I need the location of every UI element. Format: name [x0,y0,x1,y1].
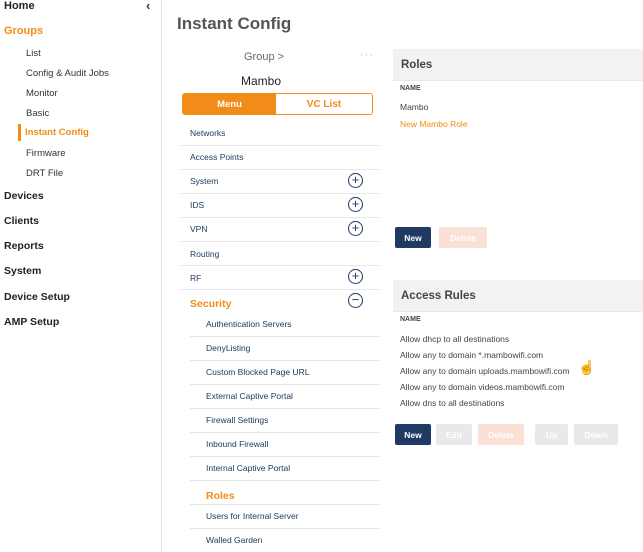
nav-subsection-roles[interactable]: Roles [206,490,235,502]
access-rules-panel: Access Rules NAME Allow dhcp to all dest… [393,280,643,460]
divider [180,193,380,194]
divider [190,432,380,433]
access-rule-row[interactable]: Allow dhcp to all destinations [400,334,509,344]
nav-subitem-users-internal-server[interactable]: Users for Internal Server [206,511,299,521]
group-name: Mambo [241,74,282,88]
nav-item-vpn[interactable]: VPN [190,224,207,234]
sidebar-item-system[interactable]: System [4,265,41,277]
divider [180,289,380,290]
nav-item-rf[interactable]: RF [190,273,201,283]
sidebar-item-reports[interactable]: Reports [4,240,44,252]
roles-name-column-header[interactable]: NAME [400,85,421,92]
roles-panel-title: Roles [393,49,643,81]
expand-plus-icon[interactable]: + [348,173,363,188]
sidebar-item-amp-setup[interactable]: AMP Setup [4,316,59,328]
role-row[interactable]: Mambo [400,102,428,112]
access-rule-row[interactable]: Allow any to domain uploads.mambowifi.co… [400,366,570,376]
sidebar-subitem-basic[interactable]: Basic [26,108,49,119]
nav-subitem-auth-servers[interactable]: Authentication Servers [206,319,292,329]
access-rules-delete-button[interactable]: Delete [478,424,524,445]
hand-cursor-icon: ☝ [578,359,596,375]
nav-subitem-custom-blocked-page[interactable]: Custom Blocked Page URL [206,367,309,377]
collapse-sidebar-icon[interactable]: ‹ [146,0,150,13]
expand-plus-icon[interactable]: + [348,221,363,236]
divider [180,217,380,218]
roles-delete-button[interactable]: Delete [439,227,487,248]
access-rules-down-button[interactable]: Down [574,424,618,445]
config-nav-panel: Group > ··· Mambo Menu VC List Networks … [180,44,380,552]
divider [190,528,380,529]
group-breadcrumb[interactable]: Group > [244,51,284,63]
sidebar-item-clients[interactable]: Clients [4,215,39,227]
access-rule-row[interactable]: Allow dns to all destinations [400,398,504,408]
sidebar-subitem-monitor[interactable]: Monitor [26,88,58,99]
access-rules-name-column-header[interactable]: NAME [400,316,421,323]
nav-subitem-walled-garden[interactable]: Walled Garden [206,535,262,545]
menu-vc-toggle: Menu VC List [182,93,373,115]
divider [190,480,380,481]
divider [180,241,380,242]
expand-plus-icon[interactable]: + [348,269,363,284]
nav-item-system[interactable]: System [190,176,218,186]
nav-subitem-inbound-firewall[interactable]: Inbound Firewall [206,439,268,449]
sidebar-item-groups[interactable]: Groups [4,25,43,37]
tab-menu[interactable]: Menu [183,94,276,114]
sidebar-subitem-drt-file[interactable]: DRT File [26,168,63,179]
expand-plus-icon[interactable]: + [348,197,363,212]
divider [190,384,380,385]
sidebar-subitem-instant-config[interactable]: Instant Config [25,127,89,138]
sidebar-subitem-firmware[interactable]: Firmware [26,148,66,159]
divider [180,145,380,146]
nav-item-networks[interactable]: Networks [190,128,225,138]
divider [190,456,380,457]
role-row[interactable]: New Mambo Role [400,119,468,129]
access-rule-row[interactable]: Allow any to domain *.mambowifi.com [400,350,543,360]
access-rule-row[interactable]: Allow any to domain videos.mambowifi.com [400,382,564,392]
roles-panel: Roles NAME Mambo New Mambo Role New Dele… [393,49,643,259]
sidebar-subitem-list[interactable]: List [26,48,41,59]
active-indicator [18,124,21,141]
sidebar-item-device-setup[interactable]: Device Setup [4,291,70,303]
divider [180,265,380,266]
nav-subitem-firewall-settings[interactable]: Firewall Settings [206,415,268,425]
access-rules-panel-title: Access Rules [393,280,643,312]
nav-subitem-internal-captive-portal[interactable]: Internal Captive Portal [206,463,290,473]
divider [190,336,380,337]
nav-item-access-points[interactable]: Access Points [190,152,243,162]
left-sidebar: Home ‹ Groups List Config & Audit Jobs M… [0,0,162,552]
sidebar-subitem-config-audit-jobs[interactable]: Config & Audit Jobs [26,68,109,79]
access-rules-up-button[interactable]: Up [535,424,568,445]
nav-subitem-external-captive-portal[interactable]: External Captive Portal [206,391,293,401]
section-security[interactable]: Security [190,298,231,310]
more-options-icon[interactable]: ··· [360,49,374,61]
access-rules-new-button[interactable]: New [395,424,431,445]
sidebar-item-devices[interactable]: Devices [4,190,44,202]
divider [190,504,380,505]
divider [190,408,380,409]
divider [190,360,380,361]
nav-item-ids[interactable]: IDS [190,200,204,210]
access-rules-edit-button[interactable]: Edit [436,424,472,445]
sidebar-item-home[interactable]: Home [4,0,35,12]
divider [180,169,380,170]
nav-item-routing[interactable]: Routing [190,249,219,259]
roles-new-button[interactable]: New [395,227,431,248]
collapse-minus-icon[interactable]: − [348,293,363,308]
page-title: Instant Config [177,14,292,33]
tab-vc-list[interactable]: VC List [276,94,372,114]
nav-subitem-denylisting[interactable]: DenyListing [206,343,250,353]
